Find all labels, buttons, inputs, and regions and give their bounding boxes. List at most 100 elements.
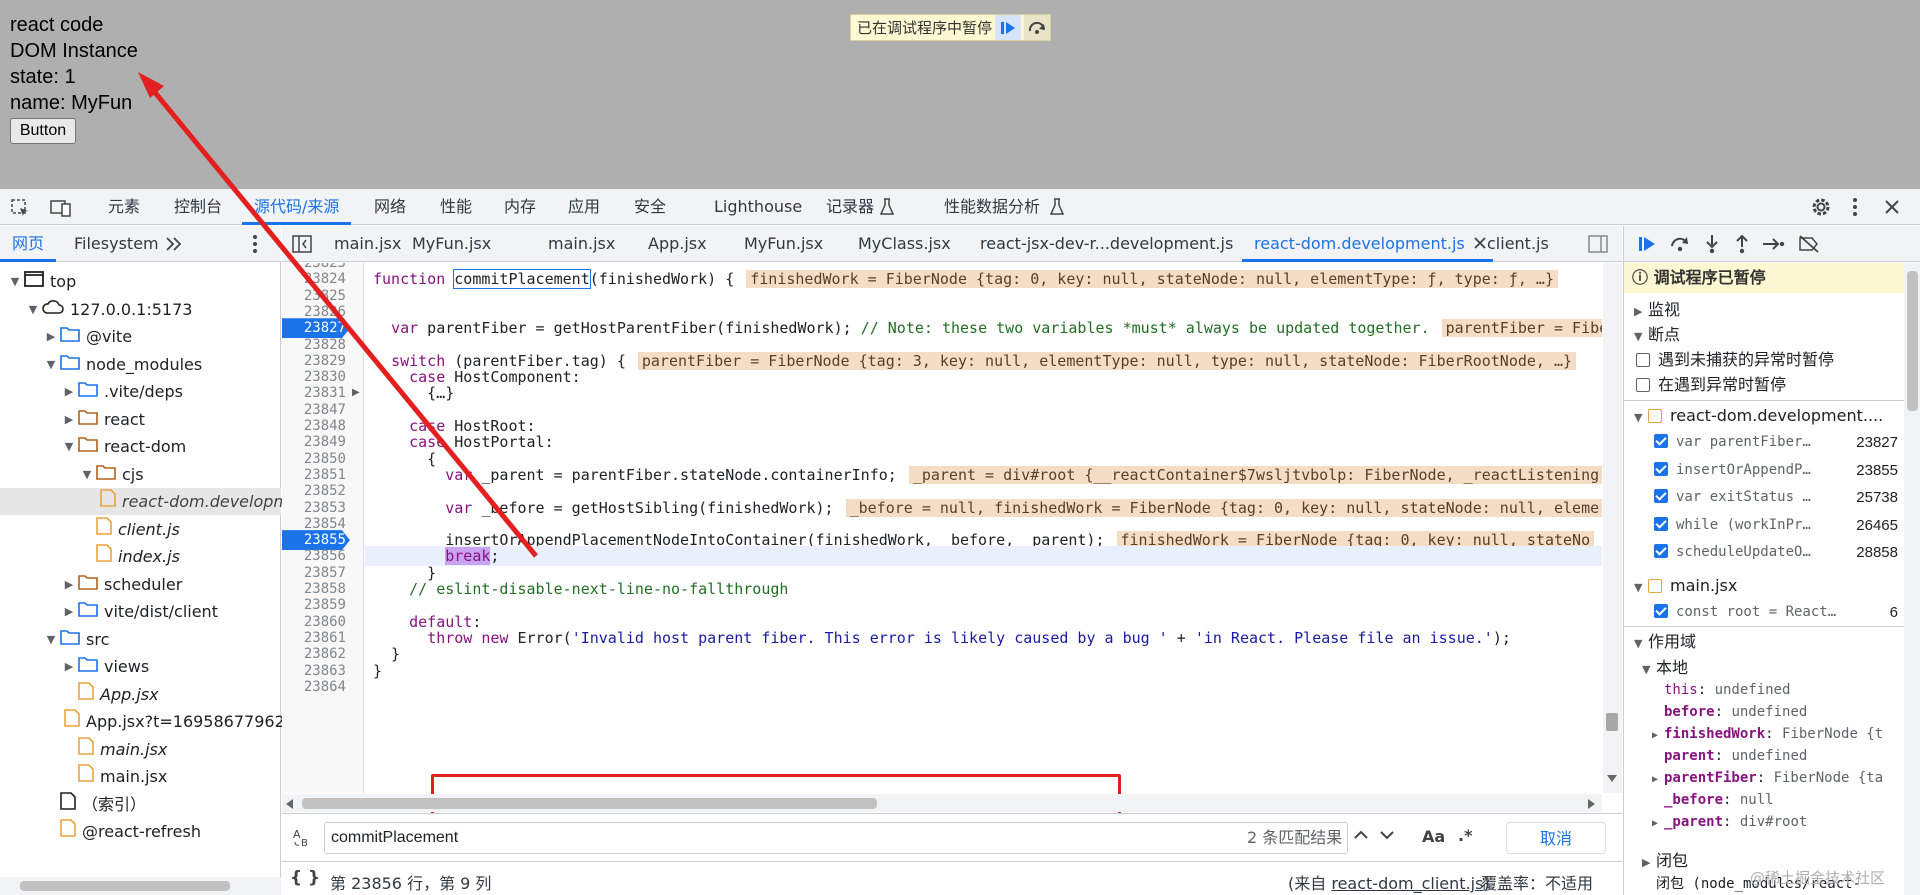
expand-arrow-icon[interactable]: ▶ bbox=[62, 598, 76, 625]
breakpoint-checkbox[interactable] bbox=[1654, 516, 1668, 531]
search-replace-toggle-icon[interactable]: AB bbox=[292, 827, 314, 847]
navigator-menu-icon[interactable] bbox=[252, 234, 258, 254]
tab-elements[interactable]: 元素 bbox=[108, 189, 140, 225]
tab-filesystem[interactable]: Filesystem bbox=[74, 226, 159, 262]
tab-sources[interactable]: 源代码/来源 bbox=[242, 189, 352, 225]
tree-item[interactable]: react-dom.developm bbox=[0, 488, 289, 515]
tree-item[interactable]: ▼ 127.0.0.1:5173 bbox=[0, 296, 281, 323]
tree-item[interactable]: ▶ react bbox=[0, 406, 281, 433]
editor-vscrollbar[interactable] bbox=[1603, 263, 1622, 793]
tree-item[interactable]: ▼ cjs bbox=[0, 461, 281, 488]
tab-memory[interactable]: 内存 bbox=[504, 189, 536, 225]
inspect-element-icon[interactable] bbox=[10, 198, 30, 218]
tree-item[interactable]: ▶ .vite/deps bbox=[0, 378, 281, 405]
tab-recorder[interactable]: 记录器 bbox=[826, 189, 874, 225]
step-out-icon[interactable] bbox=[1734, 234, 1750, 254]
page-button[interactable]: Button bbox=[10, 118, 76, 144]
breakpoint-checkbox[interactable] bbox=[1654, 434, 1668, 448]
breakpoint-item[interactable]: var exitStatus … 25738 bbox=[1654, 484, 1904, 511]
editor-tab[interactable]: main.jsx bbox=[334, 226, 401, 262]
cancel-search-button[interactable]: 取消 bbox=[1506, 822, 1606, 854]
breakpoint-item[interactable]: scheduleUpdateO… 28858 bbox=[1654, 539, 1904, 566]
tree-item[interactable]: App.jsx bbox=[0, 681, 281, 708]
toggle-navigator-icon[interactable] bbox=[292, 235, 312, 253]
pause-uncaught-option[interactable]: 遇到未捕获的异常时暂停 bbox=[1624, 348, 1904, 372]
breakpoint-checkbox[interactable] bbox=[1654, 544, 1668, 558]
breakpoint-checkbox[interactable] bbox=[1654, 604, 1668, 618]
tree-item[interactable]: ▶ vite/dist/client bbox=[0, 598, 281, 625]
more-options-icon[interactable] bbox=[1852, 197, 1858, 217]
scope-variable[interactable]: this: undefined bbox=[1652, 679, 1912, 701]
expand-arrow-icon[interactable]: ▶ bbox=[1652, 769, 1664, 789]
collapse-arrow-icon[interactable]: ▼ bbox=[62, 433, 76, 460]
breakpoint-item[interactable]: insertOrAppendP… 23855 bbox=[1654, 457, 1904, 484]
breakpoint-item[interactable]: while (workInPr… 26465 bbox=[1654, 512, 1904, 539]
line-number-gutter[interactable]: 23823 23824 23825 23826 23827 23828 23829 23830… bbox=[282, 263, 364, 793]
tree-item[interactable]: main.jsx bbox=[0, 763, 281, 790]
search-input[interactable]: commitPlacement bbox=[324, 822, 1348, 854]
expand-arrow-icon[interactable]: ▶ bbox=[62, 406, 76, 433]
pause-caught-checkbox[interactable] bbox=[1636, 378, 1650, 392]
close-tab-icon[interactable] bbox=[1473, 226, 1487, 262]
resume-icon[interactable] bbox=[1638, 235, 1656, 253]
tree-item[interactable]: @react-refresh bbox=[0, 818, 281, 845]
previous-match-icon[interactable] bbox=[1352, 826, 1370, 844]
collapse-arrow-icon[interactable]: ▼ bbox=[44, 351, 58, 378]
tab-lighthouse[interactable]: Lighthouse bbox=[714, 189, 802, 225]
tree-item[interactable]: ▶ @vite bbox=[0, 323, 281, 350]
editor-tab[interactable]: App.jsx bbox=[648, 226, 707, 262]
tree-item[interactable]: ▼ react-dom bbox=[0, 433, 281, 460]
editor-tab[interactable]: MyClass.jsx bbox=[858, 226, 951, 262]
tab-console[interactable]: 控制台 bbox=[174, 189, 222, 225]
source-origin-link[interactable]: react-dom_client.js bbox=[1331, 874, 1483, 893]
section-watch[interactable]: ▶ 监视 bbox=[1624, 298, 1904, 322]
debugger-sidebar-scrollbar[interactable] bbox=[1904, 263, 1920, 895]
tree-item[interactable]: ▼ top bbox=[0, 268, 281, 295]
editor-tab[interactable]: react-dom.development.js bbox=[1242, 226, 1493, 262]
tab-application[interactable]: 应用 bbox=[568, 189, 600, 225]
tab-performance[interactable]: 性能 bbox=[440, 189, 472, 225]
tree-item[interactable]: ▶ scheduler bbox=[0, 571, 281, 598]
scope-local[interactable]: ▼ 本地 bbox=[1624, 656, 1904, 680]
breakpoint-checkbox[interactable] bbox=[1654, 489, 1668, 503]
tab-page[interactable]: 网页 bbox=[0, 226, 57, 262]
step-icon[interactable] bbox=[1762, 235, 1786, 253]
breakpoint-file-react-dom[interactable]: ▼ react-dom.development.... bbox=[1624, 404, 1904, 428]
regex-button[interactable]: .* bbox=[1458, 826, 1472, 845]
editor-hscrollbar[interactable] bbox=[282, 794, 1602, 812]
line-number[interactable]: 23864 bbox=[282, 677, 346, 697]
expand-arrow-icon[interactable]: ▶ bbox=[44, 323, 58, 350]
editor-tab[interactable]: react-jsx-dev-r...development.js bbox=[980, 226, 1233, 262]
settings-gear-icon[interactable] bbox=[1810, 196, 1832, 218]
scope-variable[interactable]: before: undefined bbox=[1652, 701, 1912, 723]
tab-network[interactable]: 网络 bbox=[374, 189, 406, 225]
match-case-button[interactable]: Aa bbox=[1422, 827, 1445, 846]
device-toolbar-icon[interactable] bbox=[50, 198, 72, 218]
scope-variable[interactable]: parent: undefined bbox=[1652, 745, 1912, 767]
pause-caught-option[interactable]: 在遇到异常时暂停 bbox=[1624, 373, 1904, 397]
scope-variable[interactable]: ▶ parentFiber: FiberNode {ta bbox=[1652, 767, 1912, 789]
close-devtools-icon[interactable] bbox=[1883, 198, 1901, 216]
scope-variable[interactable]: ▶ finishedWork: FiberNode {t bbox=[1652, 723, 1912, 745]
section-breakpoints[interactable]: ▼ 断点 bbox=[1624, 323, 1904, 347]
tree-item[interactable]: client.js bbox=[0, 516, 281, 543]
expand-arrow-icon[interactable]: ▶ bbox=[62, 653, 76, 680]
tree-item[interactable]: （索引） bbox=[0, 791, 281, 818]
tree-item[interactable]: index.js bbox=[0, 543, 281, 570]
editor-tab[interactable]: main.jsx bbox=[548, 226, 615, 262]
tab-performance-insights[interactable]: 性能数据分析 bbox=[944, 189, 1040, 225]
expand-arrow-icon[interactable]: ▶ bbox=[1652, 725, 1664, 745]
navigator-hscrollbar[interactable] bbox=[0, 877, 281, 895]
step-over-icon[interactable] bbox=[1024, 15, 1051, 40]
breakpoint-item[interactable]: var parentFiber… 23827 bbox=[1654, 429, 1904, 456]
breakpoint-file-main-jsx[interactable]: ▼ main.jsx bbox=[1624, 574, 1904, 598]
scope-variable[interactable]: _before: null bbox=[1652, 789, 1912, 811]
tree-item[interactable]: ▼ node_modules bbox=[0, 351, 281, 378]
resume-icon[interactable] bbox=[995, 15, 1022, 40]
more-tabs-chevron-icon[interactable] bbox=[164, 235, 182, 253]
expand-arrow-icon[interactable]: ▶ bbox=[1652, 813, 1664, 833]
collapse-arrow-icon[interactable]: ▼ bbox=[8, 268, 22, 295]
collapse-arrow-icon[interactable]: ▼ bbox=[80, 461, 94, 488]
deactivate-breakpoints-icon[interactable] bbox=[1798, 235, 1820, 253]
collapse-arrow-icon[interactable]: ▼ bbox=[44, 626, 58, 653]
